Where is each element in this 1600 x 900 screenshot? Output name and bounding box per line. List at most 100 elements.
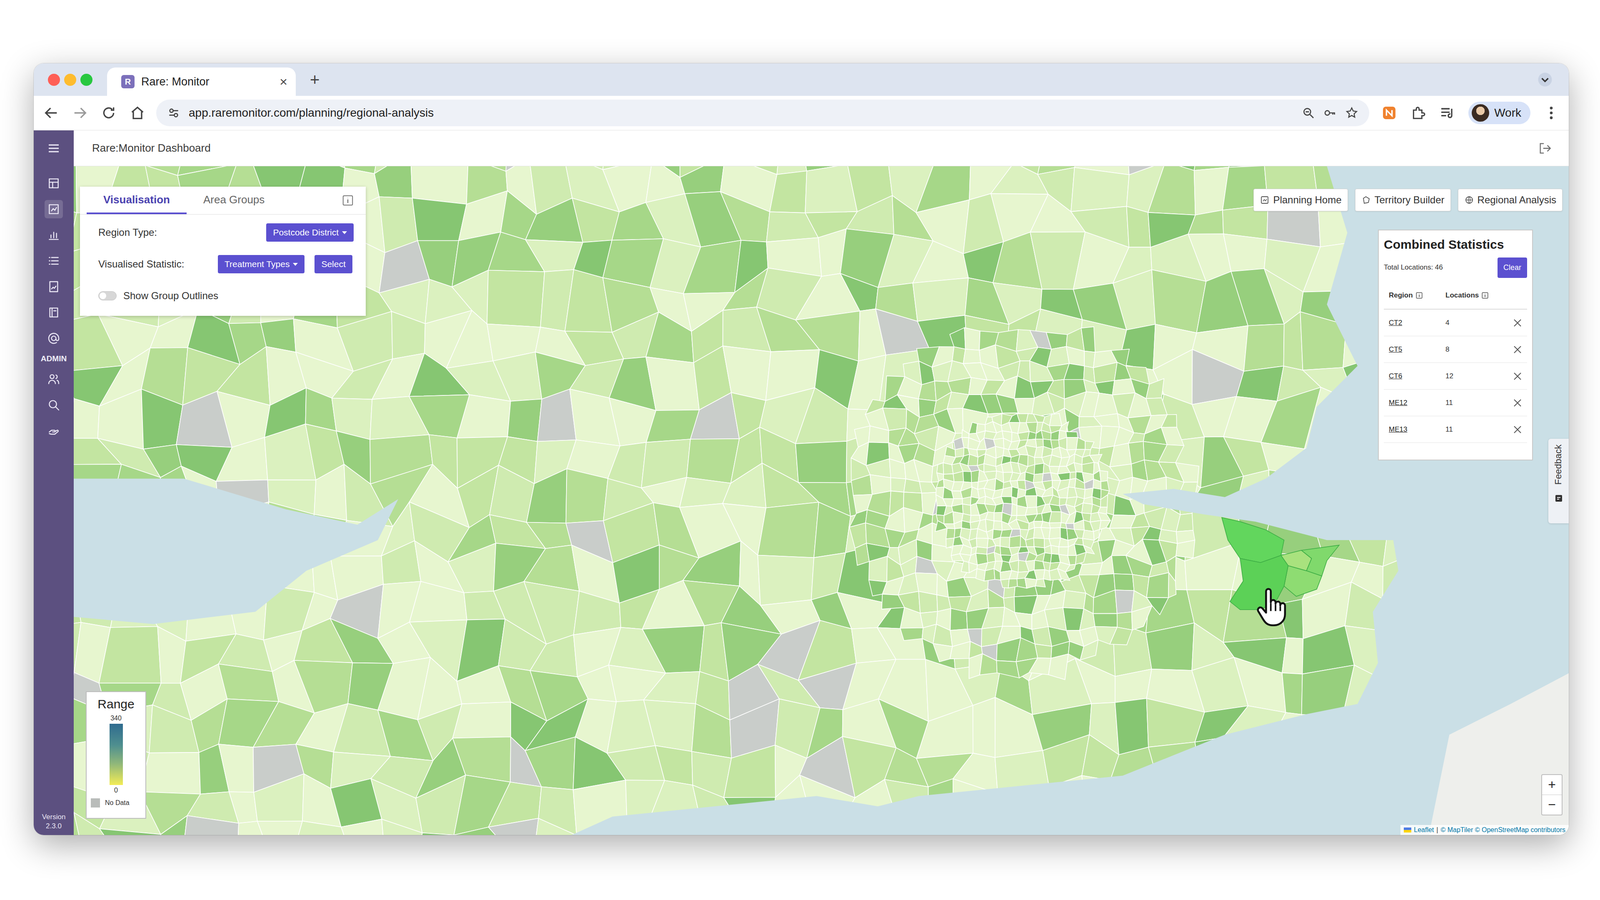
map-region[interactable] bbox=[947, 408, 964, 434]
map-region[interactable] bbox=[257, 821, 303, 835]
map-region[interactable] bbox=[918, 380, 937, 401]
map-region[interactable] bbox=[381, 818, 422, 835]
maximize-window-button[interactable] bbox=[80, 73, 93, 86]
credits[interactable]: © MapTiler © OpenStreetMap contributors bbox=[1440, 826, 1566, 834]
sidebar-item[interactable] bbox=[33, 391, 74, 418]
map-region[interactable] bbox=[936, 573, 949, 597]
map-region[interactable] bbox=[1243, 324, 1285, 372]
map-region[interactable] bbox=[1016, 519, 1029, 530]
map-region[interactable] bbox=[1083, 545, 1095, 555]
map-region[interactable] bbox=[963, 471, 972, 483]
map-region[interactable] bbox=[690, 392, 739, 440]
forward-arrow-icon[interactable] bbox=[71, 104, 89, 122]
map-region[interactable] bbox=[1000, 579, 1010, 588]
map-region[interactable] bbox=[998, 541, 1051, 595]
map-region[interactable] bbox=[530, 634, 578, 677]
selected-region[interactable] bbox=[1301, 544, 1340, 576]
map-region[interactable] bbox=[722, 345, 771, 401]
map-region[interactable] bbox=[73, 398, 100, 439]
map-region[interactable] bbox=[949, 327, 966, 350]
map-region[interactable] bbox=[1113, 573, 1135, 591]
tab-search-chevron-icon[interactable] bbox=[1537, 72, 1553, 88]
address-bar[interactable]: app.raremonitor.com/planning/regional-an… bbox=[156, 99, 1370, 127]
map-region[interactable] bbox=[1146, 572, 1169, 598]
map-region[interactable] bbox=[99, 828, 161, 835]
map-region[interactable] bbox=[1057, 486, 1069, 498]
region-link[interactable]: CT5 bbox=[1383, 345, 1446, 354]
map-region[interactable] bbox=[1093, 529, 1100, 541]
map-region[interactable] bbox=[968, 562, 978, 573]
map-region[interactable] bbox=[868, 425, 889, 443]
map-region[interactable] bbox=[1033, 513, 1043, 522]
map-region[interactable] bbox=[851, 474, 873, 495]
map-region[interactable] bbox=[1142, 526, 1161, 540]
map-region[interactable] bbox=[963, 349, 981, 364]
map-region[interactable] bbox=[840, 273, 879, 311]
map-region[interactable] bbox=[946, 528, 955, 539]
map-region[interactable] bbox=[1145, 397, 1168, 416]
menu-dots-icon[interactable] bbox=[1542, 104, 1560, 122]
map-region[interactable] bbox=[890, 477, 906, 492]
map-region[interactable] bbox=[1035, 578, 1046, 587]
region-link[interactable]: CT2 bbox=[1383, 318, 1446, 327]
bookmark-star-icon[interactable] bbox=[1345, 106, 1359, 120]
map-region[interactable] bbox=[486, 269, 545, 327]
map-region[interactable] bbox=[1115, 668, 1152, 703]
map-region[interactable] bbox=[1282, 637, 1303, 674]
map-region[interactable] bbox=[1049, 413, 1062, 426]
map-region[interactable] bbox=[1058, 537, 1069, 547]
map-region[interactable] bbox=[182, 815, 239, 835]
clear-button[interactable]: Clear bbox=[1497, 257, 1528, 278]
map-region[interactable] bbox=[606, 745, 665, 781]
map-region[interactable] bbox=[572, 197, 620, 243]
region-type-dropdown[interactable]: Postcode District bbox=[266, 223, 354, 242]
map-region[interactable] bbox=[983, 568, 995, 582]
map-region[interactable] bbox=[885, 507, 906, 533]
map-region[interactable] bbox=[973, 697, 996, 758]
map-region[interactable] bbox=[987, 588, 1005, 608]
map-region[interactable] bbox=[912, 240, 969, 283]
map-region[interactable] bbox=[943, 523, 955, 529]
leaflet-link[interactable]: Leaflet bbox=[1413, 826, 1434, 834]
map-region[interactable] bbox=[1070, 167, 1130, 212]
nav-button[interactable]: Planning Home bbox=[1253, 188, 1348, 212]
selected-region[interactable] bbox=[1221, 517, 1284, 563]
map-region[interactable] bbox=[683, 540, 742, 586]
map-region[interactable] bbox=[1033, 537, 1045, 548]
map-region[interactable] bbox=[1109, 443, 1132, 467]
map-region[interactable] bbox=[1075, 552, 1086, 565]
map-region[interactable] bbox=[795, 441, 847, 483]
map-region[interactable] bbox=[1024, 578, 1037, 589]
map-region[interactable] bbox=[722, 463, 767, 508]
map-region[interactable] bbox=[986, 529, 994, 540]
map[interactable]: VisualisationArea GroupsRegion Type:Post… bbox=[73, 166, 1569, 835]
sidebar-item[interactable] bbox=[33, 196, 74, 223]
site-settings-icon[interactable] bbox=[167, 106, 181, 120]
map-region[interactable] bbox=[936, 462, 944, 475]
map-region[interactable] bbox=[993, 512, 1003, 522]
map-region[interactable] bbox=[218, 743, 254, 793]
map-region[interactable] bbox=[949, 641, 971, 659]
map-region[interactable] bbox=[1073, 519, 1085, 530]
sidebar-item[interactable] bbox=[33, 273, 74, 300]
map-region[interactable] bbox=[1048, 653, 1069, 680]
map-region[interactable] bbox=[882, 407, 907, 431]
zoom-icon[interactable] bbox=[1301, 106, 1316, 120]
map-region[interactable] bbox=[1034, 643, 1052, 659]
map-region[interactable] bbox=[655, 745, 693, 785]
map-region[interactable] bbox=[918, 361, 935, 385]
map-region[interactable] bbox=[961, 429, 969, 438]
map-region[interactable] bbox=[968, 537, 977, 548]
map-region[interactable] bbox=[846, 195, 894, 235]
map-region[interactable] bbox=[757, 501, 819, 558]
map-region[interactable] bbox=[933, 624, 953, 647]
map-region[interactable] bbox=[975, 496, 986, 504]
map-region[interactable] bbox=[1081, 502, 1093, 514]
browser-tab[interactable]: RRare: Monitor× bbox=[107, 67, 296, 96]
map-region[interactable] bbox=[1175, 462, 1199, 483]
map-region[interactable] bbox=[962, 408, 989, 434]
map-region[interactable] bbox=[448, 543, 497, 593]
map-region[interactable] bbox=[679, 166, 725, 194]
map-region[interactable] bbox=[1099, 470, 1109, 482]
tab-close-button[interactable]: × bbox=[279, 74, 288, 89]
